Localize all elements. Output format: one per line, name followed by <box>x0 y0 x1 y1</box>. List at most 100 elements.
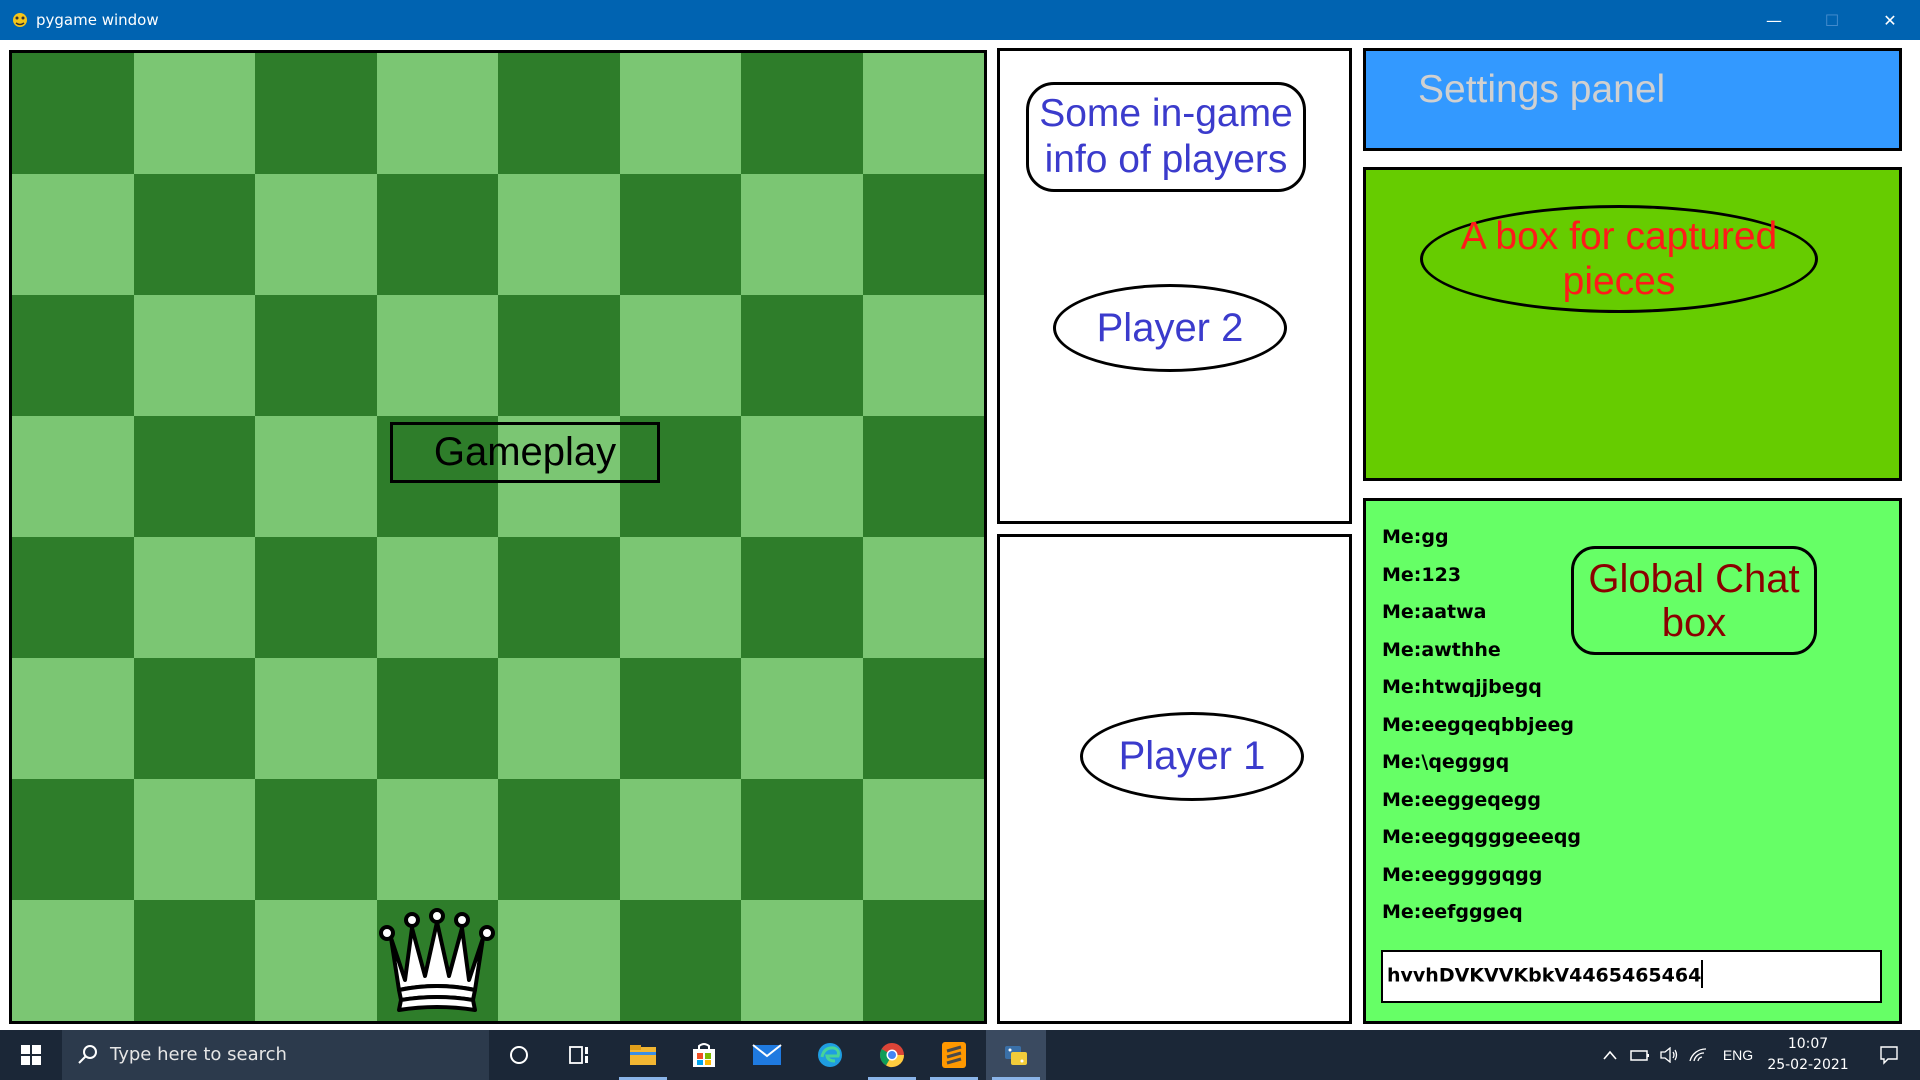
board-square[interactable] <box>619 174 741 295</box>
chat-message: Me:123 <box>1382 563 1462 586</box>
board-square[interactable] <box>862 779 984 900</box>
board-square[interactable] <box>133 174 255 295</box>
clock[interactable]: 10:07 25-02-2021 <box>1760 1034 1856 1076</box>
board-square[interactable] <box>862 416 984 537</box>
board-square[interactable] <box>255 174 377 295</box>
board-square[interactable] <box>376 779 498 900</box>
board-square[interactable] <box>862 658 984 779</box>
clock-date: 25-02-2021 <box>1767 1057 1849 1073</box>
board-square[interactable] <box>862 295 984 416</box>
board-square[interactable] <box>862 537 984 658</box>
edge-button[interactable] <box>800 1030 860 1080</box>
board-square[interactable] <box>133 537 255 658</box>
language-indicator[interactable]: ENG <box>1716 1030 1760 1080</box>
board-square[interactable] <box>498 295 620 416</box>
captured-label-line-2: pieces <box>1562 260 1676 303</box>
board-square[interactable] <box>12 295 134 416</box>
store-button[interactable] <box>674 1030 734 1080</box>
board-square[interactable] <box>133 53 255 174</box>
show-hidden-icons-button[interactable] <box>1598 1030 1622 1080</box>
clock-time: 10:07 <box>1787 1036 1829 1052</box>
board-square[interactable] <box>741 779 863 900</box>
board-square[interactable] <box>12 53 134 174</box>
board-square[interactable] <box>498 537 620 658</box>
notifications-button[interactable] <box>1866 1030 1912 1080</box>
board-square[interactable] <box>133 779 255 900</box>
maximize-button[interactable]: ☐ <box>1803 0 1861 40</box>
file-explorer-button[interactable] <box>613 1030 673 1080</box>
board-square[interactable] <box>255 53 377 174</box>
chevron-up-icon <box>1603 1050 1617 1060</box>
mail-button[interactable] <box>737 1030 797 1080</box>
board-square[interactable] <box>376 295 498 416</box>
board-square[interactable] <box>862 53 984 174</box>
board-square[interactable] <box>741 174 863 295</box>
board-square[interactable] <box>255 537 377 658</box>
player-1-label: Player 1 <box>1080 712 1304 801</box>
board-square[interactable] <box>12 174 134 295</box>
chat-message: Me:htwqjjbegq <box>1382 676 1542 698</box>
network-button[interactable] <box>1686 1030 1710 1080</box>
board-square[interactable] <box>741 53 863 174</box>
sublime-text-icon <box>942 1042 966 1068</box>
board-square[interactable] <box>498 174 620 295</box>
board-square[interactable] <box>619 658 741 779</box>
white-queen-piece[interactable] <box>377 908 497 1018</box>
board-square[interactable] <box>619 537 741 658</box>
board-square[interactable] <box>741 416 863 537</box>
sublime-text-button[interactable] <box>924 1030 984 1080</box>
board-square[interactable] <box>255 295 377 416</box>
task-view-button[interactable] <box>549 1030 609 1080</box>
board-square[interactable] <box>133 658 255 779</box>
chat-message: Me:eefgggeq <box>1382 901 1523 923</box>
windows-logo-icon <box>21 1045 41 1065</box>
board-square[interactable] <box>255 900 377 1021</box>
captured-pieces-label: A box for captured pieces <box>1420 205 1818 313</box>
board-square[interactable] <box>12 416 134 537</box>
board-square[interactable] <box>741 537 863 658</box>
board-square[interactable] <box>133 295 255 416</box>
board-square[interactable] <box>619 779 741 900</box>
board-square[interactable] <box>12 779 134 900</box>
chat-title-line-1: Global Chat <box>1588 556 1800 601</box>
board-square[interactable] <box>12 537 134 658</box>
board-square[interactable] <box>133 900 255 1021</box>
board-square[interactable] <box>741 900 863 1021</box>
battery-button[interactable] <box>1628 1030 1652 1080</box>
board-square[interactable] <box>133 416 255 537</box>
board-square[interactable] <box>255 779 377 900</box>
chat-input-value: hvvhDVKVVKbkV4465465464 <box>1387 964 1702 987</box>
board-square[interactable] <box>741 658 863 779</box>
cortana-button[interactable] <box>489 1030 549 1080</box>
board-square[interactable] <box>12 658 134 779</box>
volume-button[interactable] <box>1657 1030 1681 1080</box>
chrome-button[interactable] <box>862 1030 922 1080</box>
board-square[interactable] <box>376 174 498 295</box>
board-square[interactable] <box>498 779 620 900</box>
board-square[interactable] <box>255 416 377 537</box>
board-square[interactable] <box>862 174 984 295</box>
board-square[interactable] <box>498 658 620 779</box>
chess-board[interactable] <box>9 50 987 1024</box>
board-square[interactable] <box>498 900 620 1021</box>
board-square[interactable] <box>12 900 134 1021</box>
start-button[interactable] <box>0 1030 62 1080</box>
board-square[interactable] <box>255 658 377 779</box>
python-button[interactable] <box>986 1030 1046 1080</box>
chat-input[interactable]: hvvhDVKVVKbkV4465465464 <box>1381 950 1882 1003</box>
board-square[interactable] <box>376 53 498 174</box>
chat-message: Me:eeggeqegg <box>1382 788 1541 811</box>
board-square[interactable] <box>498 53 620 174</box>
taskbar-search-box[interactable]: Type here to search <box>62 1030 489 1080</box>
search-icon <box>78 1045 97 1064</box>
board-square[interactable] <box>619 53 741 174</box>
board-square[interactable] <box>376 537 498 658</box>
board-square[interactable] <box>376 658 498 779</box>
board-square[interactable] <box>619 900 741 1021</box>
window-title: pygame window <box>36 11 159 29</box>
close-button[interactable]: ✕ <box>1861 0 1919 40</box>
board-square[interactable] <box>741 295 863 416</box>
minimize-button[interactable]: — <box>1745 0 1803 40</box>
board-square[interactable] <box>862 900 984 1021</box>
board-square[interactable] <box>619 295 741 416</box>
